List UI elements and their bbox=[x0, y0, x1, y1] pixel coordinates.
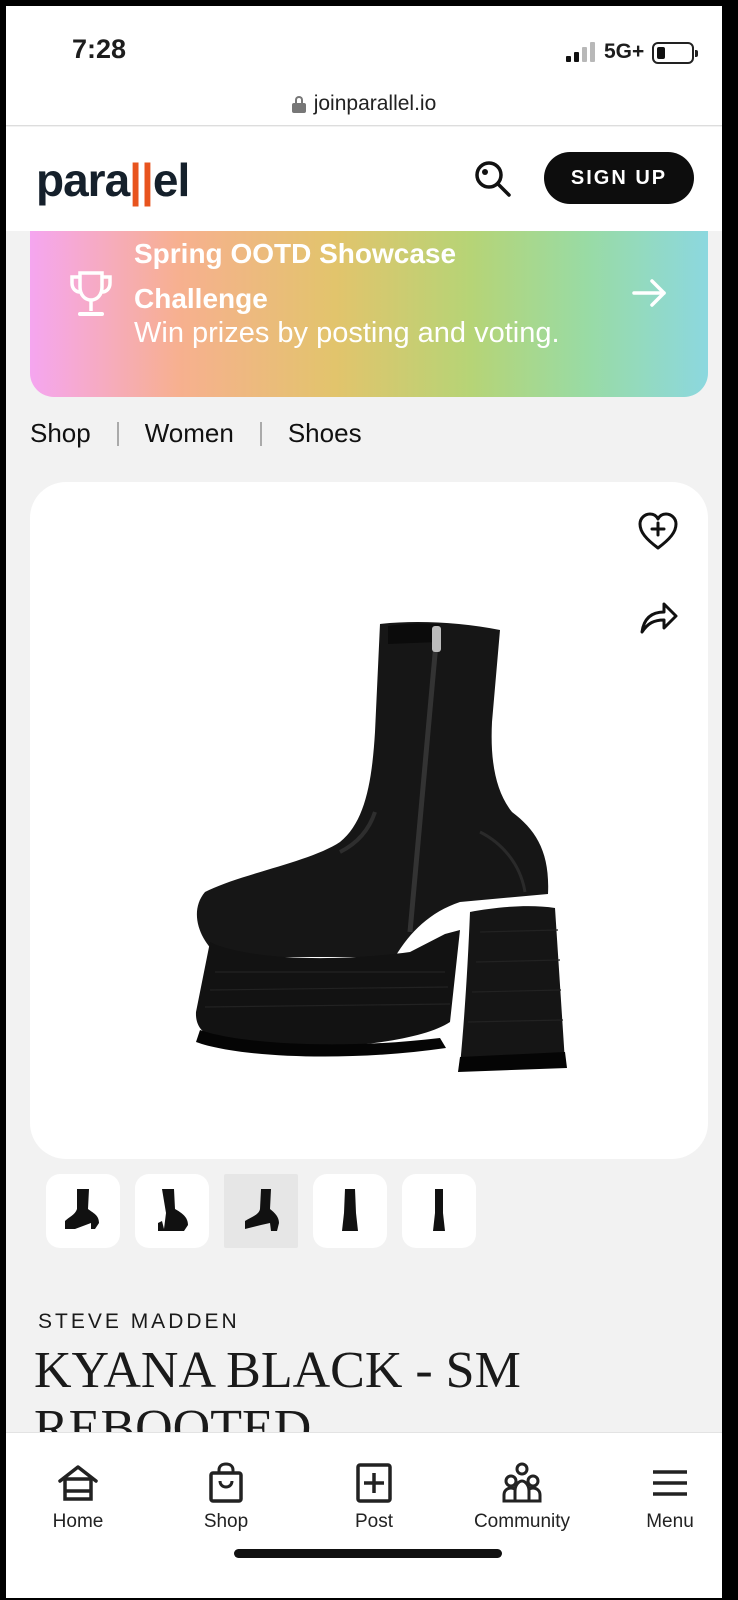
thumbnail-2[interactable] bbox=[135, 1174, 209, 1248]
status-bar: 7:28 5G+ bbox=[6, 6, 722, 82]
thumbnail-strip bbox=[46, 1174, 476, 1248]
address-bar[interactable]: joinparallel.io bbox=[6, 82, 722, 126]
thumbnail-3[interactable] bbox=[224, 1174, 298, 1248]
breadcrumb-shop[interactable]: Shop bbox=[30, 418, 91, 449]
thumbnail-4[interactable] bbox=[313, 1174, 387, 1248]
network-type: 5G+ bbox=[604, 40, 645, 63]
nav-community[interactable]: Community bbox=[462, 1461, 582, 1533]
product-name: KYANA BLACK - SM REBOOTED bbox=[34, 1342, 521, 1432]
plus-square-icon bbox=[356, 1463, 392, 1503]
nav-community-label: Community bbox=[473, 1511, 571, 1532]
nav-shop[interactable]: Shop bbox=[166, 1461, 286, 1533]
home-icon bbox=[58, 1465, 98, 1501]
breadcrumb-divider bbox=[116, 421, 119, 446]
banner-title: Spring OOTD Showcase Challenge bbox=[134, 238, 457, 314]
community-icon bbox=[502, 1462, 542, 1503]
lock-icon bbox=[291, 95, 306, 113]
signal-icon bbox=[566, 42, 595, 62]
shopping-bag-icon bbox=[209, 1462, 243, 1503]
nav-home-label: Home bbox=[52, 1511, 104, 1532]
thumbnail-5[interactable] bbox=[402, 1174, 476, 1248]
trophy-icon bbox=[70, 271, 112, 316]
product-brand[interactable]: STEVE MADDEN bbox=[38, 1310, 240, 1334]
arrow-right-icon bbox=[632, 279, 666, 307]
nav-shop-label: Shop bbox=[203, 1511, 249, 1532]
hamburger-menu-icon bbox=[653, 1470, 687, 1496]
nav-post-label: Post bbox=[354, 1511, 394, 1532]
nav-menu-label: Menu bbox=[646, 1511, 694, 1532]
breadcrumb-shoes[interactable]: Shoes bbox=[288, 418, 362, 449]
logo-bars: || bbox=[129, 154, 154, 206]
status-time: 7:28 bbox=[72, 34, 127, 64]
phone-screen: 7:28 5G+ joinparallel.io para||el SIGN U… bbox=[0, 0, 738, 1600]
url-text: joinparallel.io bbox=[313, 91, 437, 115]
nav-menu[interactable]: Menu bbox=[610, 1461, 722, 1533]
share-icon[interactable] bbox=[636, 594, 680, 638]
nav-post[interactable]: Post bbox=[314, 1461, 434, 1533]
signup-button[interactable]: SIGN UP bbox=[544, 152, 694, 204]
breadcrumb: Shop Women Shoes bbox=[30, 418, 362, 449]
parallel-logo[interactable]: para||el bbox=[36, 153, 190, 207]
breadcrumb-women[interactable]: Women bbox=[145, 418, 234, 449]
nav-home[interactable]: Home bbox=[18, 1461, 138, 1533]
logo-text-end: el bbox=[152, 154, 190, 206]
product-image-boot bbox=[195, 622, 567, 1072]
battery-icon bbox=[652, 42, 698, 64]
logo-text-start: para bbox=[36, 154, 130, 206]
thumbnail-1[interactable] bbox=[46, 1174, 120, 1248]
site-header: para||el SIGN UP bbox=[6, 127, 722, 231]
challenge-banner[interactable]: Spring OOTD Showcase Challenge Win prize… bbox=[30, 231, 708, 397]
breadcrumb-divider bbox=[259, 421, 262, 446]
home-indicator[interactable] bbox=[234, 1549, 502, 1558]
product-image-card bbox=[30, 482, 708, 1159]
search-icon[interactable] bbox=[471, 157, 515, 201]
banner-subtitle: Win prizes by posting and voting. bbox=[134, 317, 560, 349]
heart-plus-icon[interactable] bbox=[636, 510, 680, 554]
bottom-nav: Home Shop Post Community Menu bbox=[6, 1432, 722, 1598]
